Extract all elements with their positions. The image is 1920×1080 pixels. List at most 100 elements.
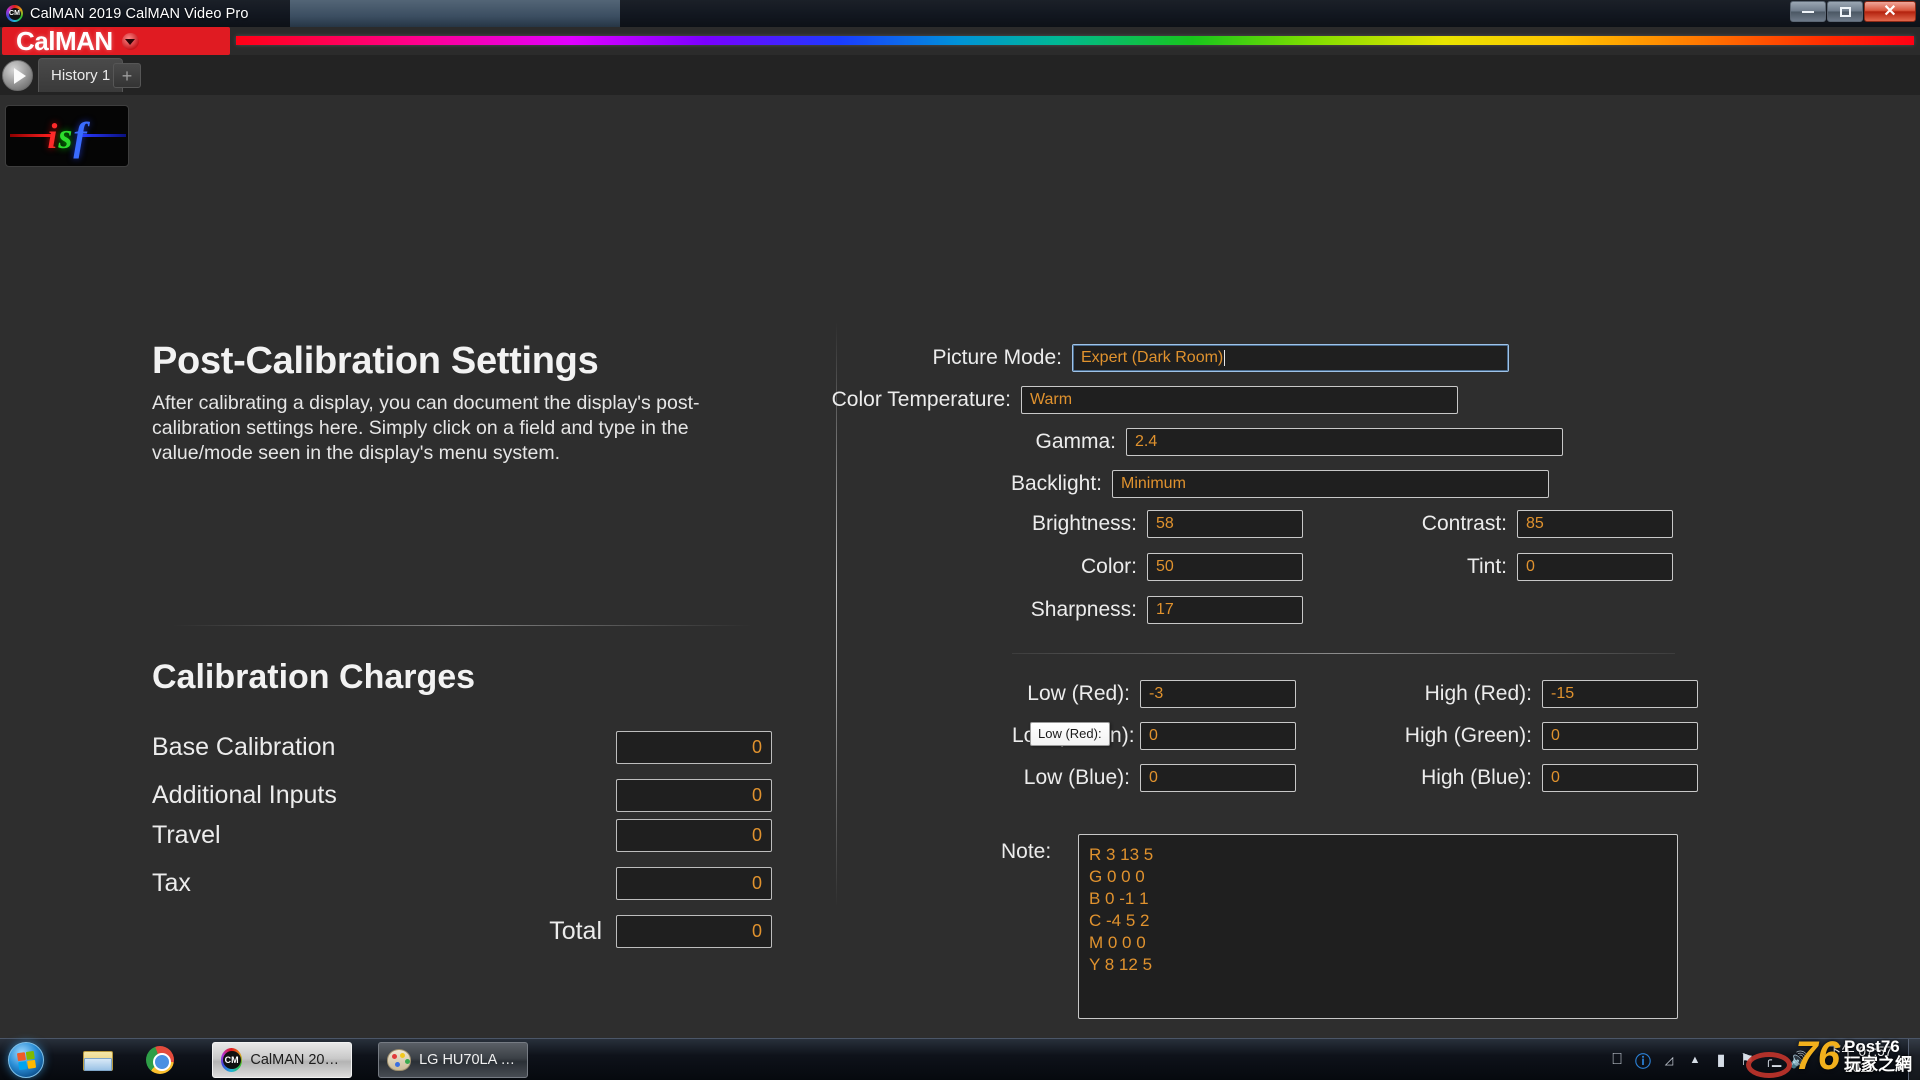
note-input[interactable]: R 3 13 5 G 0 0 0 B 0 -1 1 C -4 5 2 M 0 0…	[1078, 834, 1678, 1019]
low-red-label: Low (Red):	[1027, 682, 1130, 705]
backlight-label: Backlight:	[1010, 472, 1102, 495]
low-blue-label: Low (Blue):	[1023, 766, 1130, 789]
system-tray: ⎕ ⓘ ◿ ▲ ▮ ⚑ ╭▁ 🔊 下午 07:57 2019	[1604, 1039, 1920, 1080]
signal-icon[interactable]: ╭▁	[1760, 1039, 1786, 1080]
field-high-red: High (Red): -15	[1382, 680, 1698, 708]
contrast-label: Contrast:	[1421, 512, 1507, 535]
up-arrow-icon[interactable]: ▲	[1682, 1039, 1708, 1080]
brightness-input[interactable]: 58	[1147, 510, 1303, 538]
high-green-input[interactable]: 0	[1542, 722, 1698, 750]
calman-icon	[6, 5, 23, 22]
field-gamma: Gamma: 2.4	[1035, 428, 1563, 456]
low-blue-input[interactable]: 0	[1140, 764, 1296, 792]
charge-label: Tax	[152, 868, 191, 897]
brightness-label: Brightness:	[1031, 512, 1137, 535]
volume-icon[interactable]: 🔊	[1786, 1039, 1812, 1080]
folder-glyph	[83, 1049, 113, 1071]
picture-mode-label: Picture Mode:	[932, 346, 1062, 369]
windows-flag-icon	[16, 1050, 36, 1070]
page-content: i s f Post-Calibration Settings After ca…	[0, 95, 1920, 1019]
contrast-input[interactable]: 85	[1517, 510, 1673, 538]
keyboard-icon[interactable]: ⎕	[1604, 1039, 1630, 1080]
high-blue-input[interactable]: 0	[1542, 764, 1698, 792]
add-tab-label: +	[121, 65, 133, 86]
charge-tax-input[interactable]: 0	[616, 866, 772, 900]
add-tab-button[interactable]: +	[113, 63, 141, 88]
charge-label: Base Calibration	[152, 732, 336, 761]
windows-start-icon[interactable]	[8, 1042, 44, 1078]
gamma-input[interactable]: 2.4	[1126, 428, 1563, 456]
color-input[interactable]: 50	[1147, 553, 1303, 581]
low-red-input[interactable]: -3	[1140, 680, 1296, 708]
show-desktop-button[interactable]	[1908, 1039, 1920, 1080]
field-low-red: Low (Red): -3	[1012, 680, 1296, 708]
charge-travel-input[interactable]: 0	[616, 818, 772, 852]
field-color-temperature: Color Temperature: Warm	[832, 386, 1458, 414]
charge-label: Additional Inputs	[152, 780, 337, 809]
taskbar-item-lg[interactable]: LG HU70LA …	[378, 1042, 528, 1078]
taskbar-item-calman[interactable]: CalMAN 20…	[212, 1042, 352, 1078]
show-hidden-icon[interactable]: ◿	[1656, 1039, 1682, 1080]
paint-icon	[387, 1049, 412, 1071]
high-red-label: High (Red):	[1424, 682, 1532, 705]
chrome-icon[interactable]	[140, 1043, 180, 1077]
field-backlight: Backlight: Minimum	[1011, 470, 1549, 498]
field-picture-mode: Picture Mode: Expert (Dark Room)	[932, 344, 1509, 372]
picture-mode-value: Expert (Dark Room)	[1081, 349, 1224, 366]
charge-additional-inputs-input[interactable]: 0	[616, 778, 772, 812]
charge-base-calibration-input[interactable]: 0	[616, 730, 772, 764]
sharpness-label: Sharpness:	[1030, 598, 1137, 621]
battery-icon[interactable]: ▮	[1708, 1039, 1734, 1080]
backlight-input[interactable]: Minimum	[1112, 470, 1549, 498]
windows-taskbar: CalMAN 20… LG HU70LA … ⎕ ⓘ ◿ ▲ ▮ ⚑ ╭▁ 🔊 …	[0, 1038, 1920, 1080]
titlebar-background-image	[290, 0, 620, 27]
low-green-input[interactable]: 0	[1140, 722, 1296, 750]
color-label: Color:	[1080, 555, 1137, 578]
charge-total-input[interactable]: 0	[616, 914, 772, 948]
calman-icon	[221, 1048, 243, 1072]
isf-logo: i s f	[5, 105, 129, 167]
brand-bar: CalMAN	[0, 27, 1920, 55]
isf-letter-i: i	[47, 116, 58, 156]
sharpness-input[interactable]: 17	[1147, 596, 1303, 624]
picture-mode-input[interactable]: Expert (Dark Room)	[1072, 344, 1509, 372]
restore-button[interactable]	[1827, 1, 1863, 22]
window-controls: ✕	[1790, 1, 1916, 22]
color-temperature-label: Color Temperature:	[831, 388, 1011, 411]
calman-logo-button[interactable]: CalMAN	[2, 27, 230, 55]
tint-input[interactable]: 0	[1517, 553, 1673, 581]
window-title: CalMAN 2019 CalMAN Video Pro	[30, 5, 249, 22]
charges-heading: Calibration Charges	[152, 658, 476, 696]
left-section-divider	[172, 625, 752, 626]
chevron-down-icon[interactable]	[121, 32, 139, 50]
text-caret	[1224, 350, 1226, 366]
minimize-icon	[1802, 10, 1814, 13]
chrome-glyph	[146, 1046, 174, 1074]
gamma-label: Gamma:	[1035, 430, 1116, 453]
minimize-button[interactable]	[1790, 1, 1826, 22]
restore-icon	[1839, 6, 1851, 17]
charge-row: Travel 0	[152, 817, 772, 853]
page-description: After calibrating a display, you can doc…	[152, 392, 700, 464]
right-section-divider	[1012, 653, 1675, 654]
play-icon[interactable]	[2, 60, 33, 91]
taskbar-clock[interactable]: 下午 07:57 2019	[1812, 1039, 1908, 1080]
field-low-blue: Low (Blue): 0	[1012, 764, 1296, 792]
charge-row: Base Calibration 0	[152, 729, 772, 765]
spectrum-bar	[236, 36, 1914, 45]
taskbar-item-label: CalMAN 20…	[250, 1052, 339, 1068]
taskbar-item-label: LG HU70LA …	[419, 1052, 515, 1068]
high-red-input[interactable]: -15	[1542, 680, 1698, 708]
close-button[interactable]: ✕	[1864, 1, 1916, 22]
network-flag-icon[interactable]: ⚑	[1734, 1039, 1760, 1080]
charge-row: Tax 0	[152, 865, 772, 901]
calman-logo-text: CalMAN	[16, 26, 113, 56]
tab-history-1[interactable]: History 1	[38, 58, 124, 92]
tooltip-low-red: Low (Red):	[1030, 722, 1110, 746]
folder-front	[84, 1058, 112, 1071]
color-temperature-input[interactable]: Warm	[1021, 386, 1458, 414]
explorer-icon[interactable]	[78, 1043, 118, 1077]
help-icon[interactable]: ⓘ	[1630, 1039, 1656, 1080]
field-high-green: High (Green): 0	[1382, 722, 1698, 750]
high-green-label: High (Green):	[1404, 724, 1532, 747]
